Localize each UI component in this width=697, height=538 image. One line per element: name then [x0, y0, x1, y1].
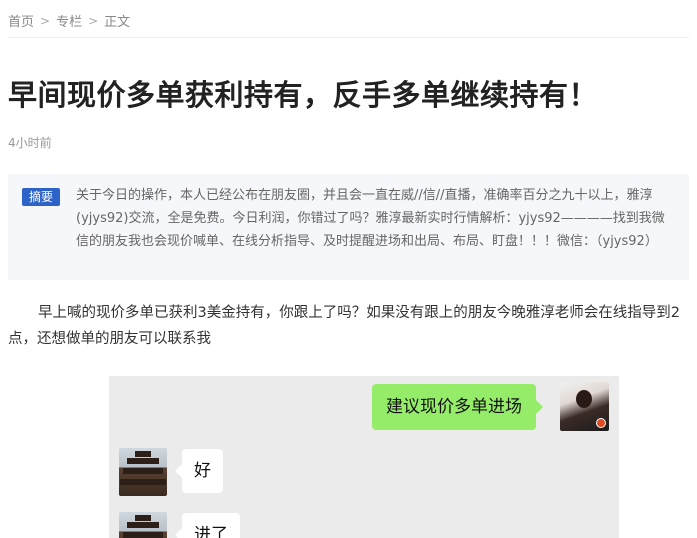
- chat-message-sent: 建议现价多单进场: [372, 384, 543, 430]
- article-timestamp: 4小时前: [8, 136, 52, 150]
- article-title: 早间现价多单获利持有，反手多单继续持有！: [8, 78, 599, 112]
- header-divider: [8, 37, 689, 38]
- pagoda-roof: [135, 451, 151, 457]
- pagoda-roof: [135, 515, 151, 521]
- pagoda-roof: [127, 522, 159, 528]
- pagoda-roof: [120, 479, 166, 485]
- avatar-badge-icon: [596, 418, 606, 428]
- article-paragraph: 早上喊的现价多单已获利3美金持有，你跟上了吗？如果没有跟上的朋友今晚雅淳老师会在…: [8, 305, 680, 347]
- pagoda-roof: [127, 458, 159, 464]
- receiver-avatar: [119, 512, 167, 538]
- summary-badge: 摘要: [22, 188, 61, 206]
- article-summary: 摘要 关于今日的操作，本人已经公布在朋友圈，并且会一直在威//信//直播，准确率…: [8, 174, 689, 280]
- breadcrumb-current: 正文: [104, 15, 131, 30]
- breadcrumb-separator: >: [88, 13, 99, 28]
- chat-screenshot-image: 建议现价多单进场 好 进了: [109, 376, 619, 538]
- breadcrumb-column-link[interactable]: 专栏: [56, 11, 82, 30]
- breadcrumb: 首页 > 专栏 > 正文: [8, 11, 131, 31]
- avatar-person-head: [576, 390, 592, 408]
- summary-text: 关于今日的操作，本人已经公布在朋友圈，并且会一直在威//信//直播，准确率百分之…: [76, 188, 665, 249]
- pagoda-roof: [123, 468, 163, 474]
- chat-message-received: 进了: [175, 513, 240, 538]
- sender-avatar: [560, 382, 609, 431]
- receiver-avatar: [119, 448, 167, 496]
- breadcrumb-home-link[interactable]: 首页: [8, 11, 34, 30]
- pagoda-roof: [123, 532, 163, 538]
- breadcrumb-separator: >: [40, 13, 51, 28]
- chat-message-received: 好: [175, 449, 223, 493]
